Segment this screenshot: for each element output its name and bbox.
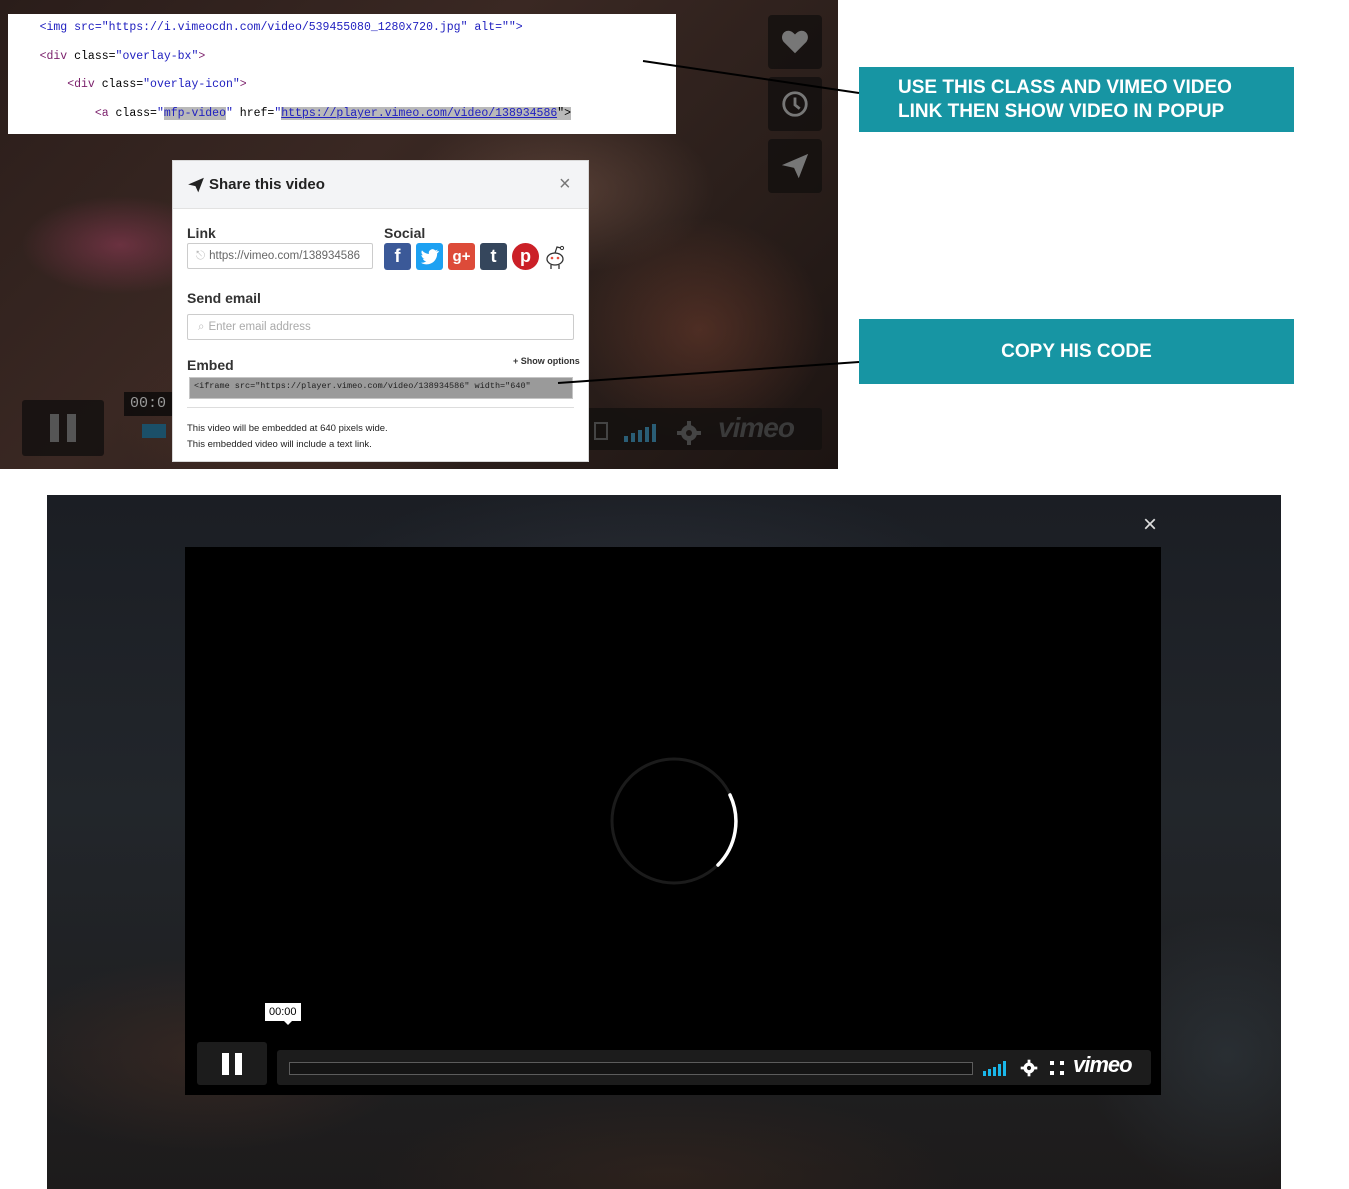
clock-icon [782, 91, 808, 117]
callout-use-class-line2: LINK THEN SHOW VIDEO IN POPUP [898, 101, 1225, 122]
show-options-link[interactable]: + Show options [513, 356, 580, 366]
email-field[interactable]: ⌕ Enter email address [187, 314, 574, 340]
top-pause-button[interactable] [22, 400, 104, 456]
fullscreen-icon[interactable] [1050, 1061, 1064, 1075]
callout-copy-code: COPY HIS CODE [859, 319, 1294, 384]
pinterest-icon[interactable]: p [512, 243, 539, 270]
twitter-icon[interactable] [416, 243, 443, 270]
vimeo-logo[interactable]: vimeo [1073, 1052, 1133, 1078]
settings-gear-icon[interactable] [1020, 1059, 1038, 1077]
volume-icon[interactable] [983, 1060, 1011, 1076]
popup-video-frame[interactable]: 00:00 vimeo [185, 547, 1161, 1095]
tumblr-icon[interactable]: t [480, 243, 507, 270]
search-icon: ⌕ [198, 321, 205, 333]
email-field-placeholder: Enter email address [208, 321, 311, 333]
divider [187, 407, 574, 408]
share-dialog-title: Share this video [209, 176, 325, 193]
embed-label: Embed [187, 357, 234, 373]
callout-use-class: USE THIS CLASS AND VIMEO VIDEO LINK THEN… [859, 67, 1294, 132]
settings-gear-icon[interactable] [676, 420, 702, 446]
link-label: Link [187, 225, 216, 241]
google-plus-icon[interactable]: g+ [448, 243, 475, 270]
code-line-3: <div class="overlay-icon"> [12, 78, 247, 92]
highlighted-vimeo-link: https://player.vimeo.com/video/138934586 [281, 107, 558, 121]
top-vimeo-logo[interactable]: vimeo [718, 412, 795, 444]
pause-icon [50, 414, 76, 442]
send-email-label: Send email [187, 290, 261, 306]
lightbox-close-icon[interactable]: × [1143, 513, 1157, 537]
embed-code-field[interactable]: <iframe src="https://player.vimeo.com/vi… [189, 377, 573, 399]
highlighted-class-name: mfp-video [163, 107, 226, 121]
code-line-2: <div class="overlay-bx"> [12, 49, 206, 63]
share-dialog-header: Share this video × [173, 161, 588, 209]
share-button[interactable] [768, 139, 822, 193]
close-icon[interactable]: × [559, 174, 571, 194]
lightbox-overlay: × 00:00 vimeo [47, 495, 1281, 1189]
reddit-icon[interactable] [543, 243, 567, 270]
code-snippet-panel: <img src="https://i.vimeocdn.com/video/5… [8, 14, 676, 134]
heart-icon [782, 30, 808, 54]
time-tooltip: 00:00 [265, 1003, 301, 1025]
social-label: Social [384, 225, 426, 241]
top-time-display: 00:0 [124, 392, 174, 416]
embed-note: This video will be embedded at 640 pixel… [187, 421, 388, 453]
paper-plane-icon [188, 177, 204, 193]
link-field-value: https://vimeo.com/138934586 [209, 250, 360, 262]
like-button[interactable] [768, 15, 822, 69]
embed-note-width: This video will be embedded at 640 pixel… [187, 423, 388, 434]
top-progress-end [594, 422, 608, 440]
facebook-icon[interactable]: f [384, 243, 411, 270]
pause-icon [222, 1052, 242, 1075]
share-video-dialog: Share this video × Link ⎋ https://vimeo.c… [172, 160, 589, 462]
link-icon: ⎋ [196, 250, 206, 262]
code-line-1: <img src="https://i.vimeocdn.com/video/5… [12, 21, 523, 35]
embed-note-link: This embedded video will include a text … [187, 439, 372, 450]
pause-button[interactable] [197, 1042, 267, 1085]
code-line-4: <a class="mfp-video" href="https://playe… [12, 107, 572, 121]
volume-icon[interactable] [624, 422, 660, 442]
link-field[interactable]: ⎋ https://vimeo.com/138934586 [187, 243, 373, 269]
watch-later-button[interactable] [768, 77, 822, 131]
paper-plane-icon [781, 153, 809, 179]
top-progress-bar[interactable] [142, 424, 166, 438]
control-bar [277, 1050, 1151, 1085]
progress-bar[interactable] [289, 1062, 973, 1075]
callout-use-class-line1: USE THIS CLASS AND VIMEO VIDEO [898, 77, 1232, 98]
loading-spinner-icon [610, 757, 738, 885]
